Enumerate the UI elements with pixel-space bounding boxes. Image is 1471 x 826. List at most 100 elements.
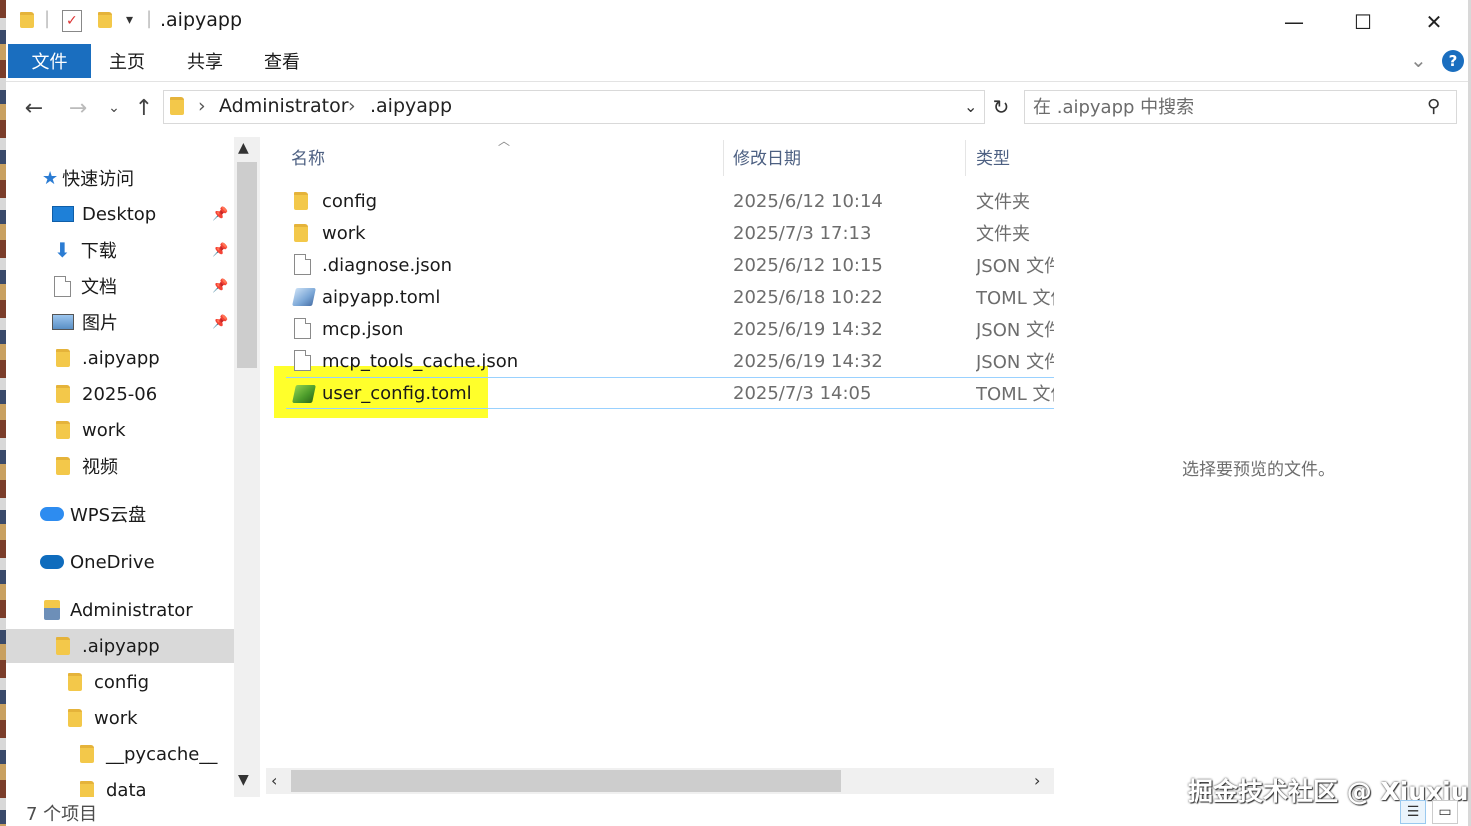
breadcrumb-administrator[interactable]: Administrator [219,95,349,117]
nav-onedrive[interactable]: OneDrive [40,545,155,579]
column-header-type[interactable]: 类型 [976,144,1010,169]
nav-label: 视频 [82,457,118,478]
file-row[interactable]: mcp_tools_cache.json 2025/6/19 14:32 JSO… [276,345,1054,377]
address-dropdown-icon[interactable]: ⌄ [964,97,977,116]
file-icon [294,318,312,339]
back-arrow-icon[interactable]: ← [20,94,48,122]
file-name: mcp.json [322,318,404,340]
folder-icon [68,673,82,691]
nav-scrollbar-thumb[interactable] [237,162,257,368]
pin-icon[interactable]: 📌 [212,279,228,294]
scroll-up-icon[interactable]: ▲ [238,140,249,156]
watermark: 掘金技术社区 @ Xiuxiu [1188,777,1469,806]
file-type: TOML 文件 [976,384,1054,405]
title-bar: | ✓ ▾ | .aipyapp — ☐ ✕ [6,0,1468,44]
nav-documents[interactable]: 文档 [54,269,117,303]
nav-label: work [94,707,138,729]
address-bar[interactable]: › Administrator › .aipyapp ⌄ [163,90,985,124]
file-name: work [322,222,366,244]
nav-data[interactable]: data [80,773,147,797]
desktop-icon [52,206,74,222]
nav-label: OneDrive [70,551,155,573]
file-row[interactable]: work 2025/7/3 17:13 文件夹 [276,217,1054,249]
new-folder-icon[interactable] [98,12,112,33]
forward-arrow-icon[interactable]: → [64,94,92,122]
file-date: 2025/6/12 10:15 [733,254,883,276]
column-separator[interactable] [965,140,966,176]
scroll-left-icon[interactable]: ‹ [271,771,277,790]
preview-empty-text: 选择要预览的文件。 [1182,460,1335,480]
close-button[interactable]: ✕ [1412,4,1456,40]
nav-work[interactable]: work [68,701,138,735]
nav-pycache[interactable]: __pycache__ [80,737,217,771]
ribbon-tabs: 文件 主页 共享 查看 ⌄ ? [6,44,1468,82]
minimize-button[interactable]: — [1272,4,1316,40]
help-icon[interactable]: ? [1442,50,1464,72]
column-header-name[interactable]: 名称 [291,144,325,169]
file-type: 文件夹 [976,192,1030,213]
file-row[interactable]: mcp.json 2025/6/19 14:32 JSON 文件 [276,313,1054,345]
pin-icon[interactable]: 📌 [212,315,228,330]
item-count: 7 个项目 [26,804,98,825]
file-name: mcp_tools_cache.json [322,350,519,372]
file-row[interactable]: aipyapp.toml 2025/6/18 10:22 TOML 文件 [276,281,1054,313]
nav-2025-06[interactable]: 2025-06 [56,377,157,411]
large-icons-view-icon[interactable]: ▭ [1432,800,1458,824]
recent-locations-icon[interactable]: ⌄ [100,94,128,122]
nav-label: 快速访问 [62,169,135,190]
nav-config[interactable]: config [68,665,149,699]
nav-quick-access[interactable]: ★ 快速访问 [42,161,134,195]
column-header-date[interactable]: 修改日期 [733,144,801,169]
search-input[interactable] [1033,95,1413,119]
breadcrumb-aipyapp[interactable]: .aipyapp [370,95,452,117]
folder-icon [294,224,312,244]
nav-desktop[interactable]: Desktop [52,197,156,231]
nav-label: 下载 [80,241,117,262]
tab-home[interactable]: 主页 [106,44,148,78]
details-view-icon[interactable]: ☰ [1400,800,1426,824]
tab-share[interactable]: 共享 [184,44,226,78]
nav-downloads[interactable]: ⬇ 下载 [54,233,117,267]
pin-icon[interactable]: 📌 [212,243,228,258]
ribbon-expand-icon[interactable]: ⌄ [1410,48,1427,72]
pin-icon[interactable]: 📌 [212,207,228,222]
properties-icon[interactable]: ✓ [62,10,82,32]
search-box: ⚲ [1024,90,1457,124]
onedrive-icon [40,555,64,569]
cloud-icon [40,507,64,521]
toml-file-icon [292,288,316,308]
nav-wps-cloud[interactable]: WPS云盘 [40,497,146,531]
nav-label: __pycache__ [106,743,218,765]
tab-file[interactable]: 文件 [8,44,91,78]
nav-pictures[interactable]: 图片 [52,305,118,339]
divider: | [44,8,51,29]
tab-view[interactable]: 查看 [261,44,303,78]
file-row[interactable]: .diagnose.json 2025/6/12 10:15 JSON 文件 [276,249,1054,281]
nav-work-quick[interactable]: work [56,413,126,447]
refresh-icon[interactable]: ↻ [987,90,1015,124]
nav-administrator[interactable]: Administrator [44,593,193,627]
folder-icon [294,192,312,212]
file-type: JSON 文件 [976,256,1054,277]
folder-icon [56,457,70,475]
nav-label: Administrator [70,599,193,621]
nav-aipyapp-selected[interactable]: .aipyapp [6,629,234,663]
sort-ascending-icon: ︿ [498,134,511,148]
nav-label: Desktop [82,203,157,225]
horizontal-scrollbar-thumb[interactable] [291,770,841,792]
nav-label: config [94,671,150,693]
file-row-selected[interactable]: user_config.toml 2025/7/3 14:05 TOML 文件 [286,377,1054,409]
nav-label: data [106,779,147,798]
nav-videos[interactable]: 视频 [56,449,118,483]
file-row[interactable]: config 2025/6/12 10:14 文件夹 [276,185,1054,217]
breadcrumb-separator: › [348,95,356,117]
scroll-right-icon[interactable]: › [1034,771,1040,790]
up-arrow-icon[interactable]: ↑ [130,94,158,122]
scroll-down-icon[interactable]: ▼ [238,772,249,788]
column-separator[interactable] [723,140,724,176]
search-icon[interactable]: ⚲ [1427,96,1440,117]
maximize-button[interactable]: ☐ [1341,4,1385,40]
nav-aipyapp-quick[interactable]: .aipyapp [56,341,160,375]
nav-label: 2025-06 [82,383,158,405]
quick-access-dropdown-icon[interactable]: ▾ [126,12,133,28]
